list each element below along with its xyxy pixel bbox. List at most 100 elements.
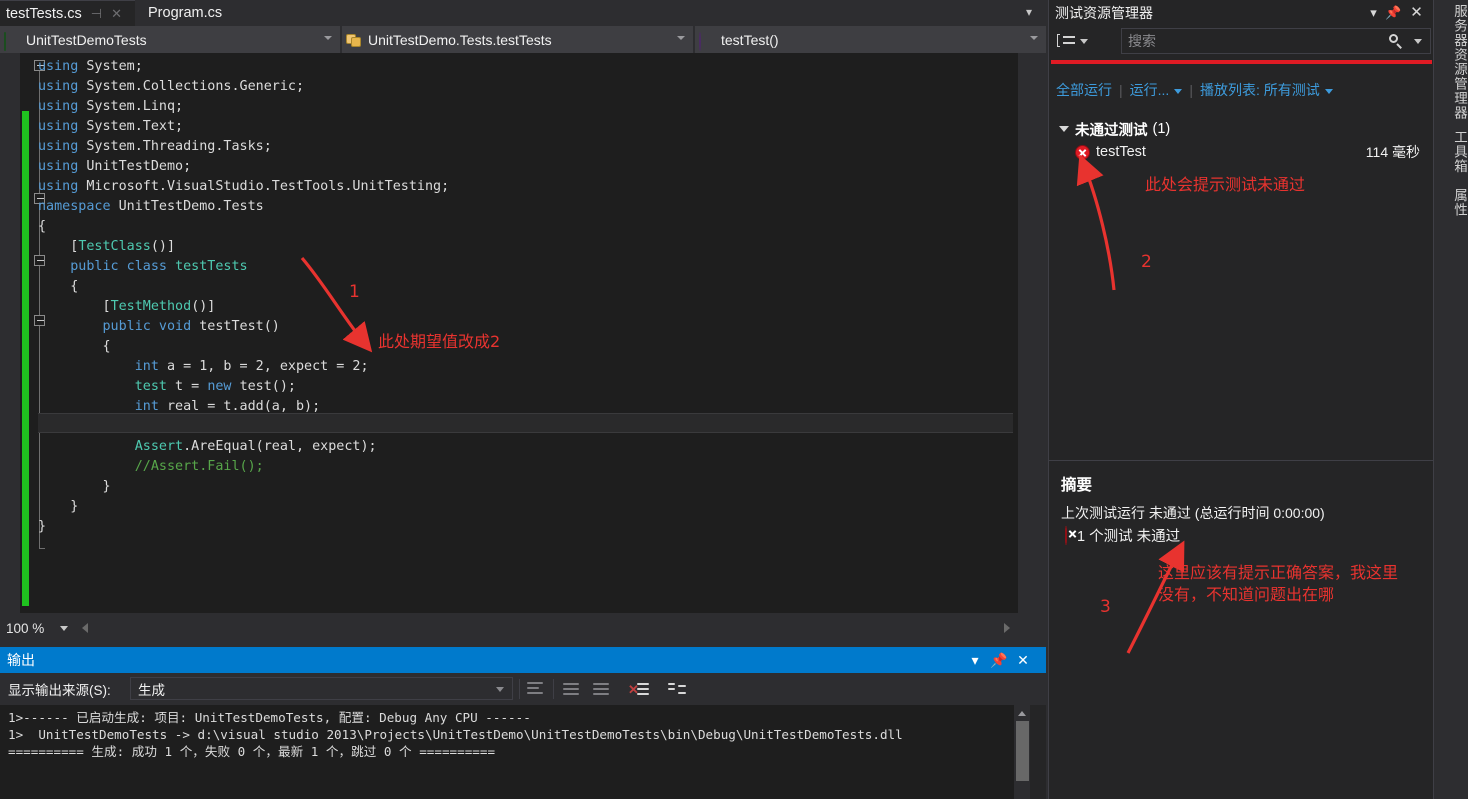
code-editor[interactable]: using System; using System.Collections.Ge…	[0, 53, 1046, 613]
test-list-item[interactable]: testTest 114 毫秒	[1049, 140, 1434, 164]
test-explorer-actions: 全部运行 | 运行... | 播放列表: 所有测试	[1049, 78, 1434, 102]
code-line: {	[38, 279, 79, 294]
test-name: testTest	[1096, 144, 1146, 160]
toggle-word-wrap-icon[interactable]	[664, 679, 690, 699]
output-title-bar: 输出 ▾ 📌 ✕	[0, 647, 1046, 673]
code-line: [TestClass()]	[38, 239, 176, 254]
puzzle-icon	[346, 33, 364, 47]
vtab-server-explorer[interactable]: 服务器资源管理器	[1434, 4, 1468, 120]
close-icon[interactable]: ✕	[1014, 651, 1032, 669]
navbar-project-dropdown[interactable]: UnitTestDemoTests	[0, 26, 340, 53]
group-by-icon[interactable]	[1054, 30, 1098, 52]
chevron-down-icon	[324, 36, 332, 40]
code-text[interactable]: using System; using System.Collections.Ge…	[38, 57, 1013, 609]
document-tab-strip: testTests.cs ⊣ ✕ Program.cs ▾	[0, 0, 1046, 26]
annotation-number-3: 3	[1100, 597, 1111, 617]
chevron-down-icon	[677, 36, 685, 40]
navbar-type-label: UnitTestDemo.Tests.testTests	[368, 31, 552, 48]
run-link[interactable]: 运行...	[1123, 80, 1190, 100]
close-icon[interactable]: ✕	[111, 7, 122, 20]
playlist-link[interactable]: 播放列表: 所有测试	[1193, 80, 1340, 100]
scroll-left-button[interactable]	[78, 617, 92, 638]
output-pane: 输出 ▾ 📌 ✕ 显示输出来源(S): 生成 ✕ 1>------ 已启动生成:…	[0, 647, 1046, 799]
chevron-down-icon	[1030, 36, 1038, 40]
annotation-number-1: 1	[349, 282, 360, 302]
code-line: }	[38, 519, 47, 534]
output-toolbar: 显示输出来源(S): 生成 ✕	[0, 673, 1046, 705]
output-source-label: 显示输出来源(S):	[8, 683, 111, 698]
fail-icon	[1065, 525, 1067, 545]
go-to-previous-message-icon[interactable]	[558, 679, 584, 699]
navbar-type-dropdown[interactable]: UnitTestDemo.Tests.testTests	[342, 26, 693, 53]
code-line: using System.Linq;	[38, 99, 184, 114]
vtab-toolbox[interactable]: 工具箱	[1434, 130, 1468, 174]
test-group-failed[interactable]: 未通过测试 (1)	[1049, 118, 1434, 140]
code-line: Assert.AreEqual(real, expect);	[134, 439, 377, 454]
annotation-text-3: 这里应该有提示正确答案，我这里 没有，不知道问题出在哪	[1158, 563, 1399, 604]
chevron-down-icon[interactable]: ▾	[1022, 5, 1036, 19]
navbar-member-dropdown[interactable]: testTest()	[695, 26, 1046, 53]
code-line: test t = new test();	[134, 379, 296, 394]
document-tab-label: Program.cs	[148, 5, 223, 21]
triangle-down-icon[interactable]	[1059, 126, 1069, 132]
test-summary-panel: 摘要 上次测试运行 未通过 (总运行时间 0:00:00) 1 个测试 未通过	[1049, 460, 1434, 799]
chevron-down-icon	[1174, 88, 1183, 94]
document-tab-program[interactable]: Program.cs	[142, 0, 247, 26]
right-tool-tab-strip: 服务器资源管理器 工具箱 属性	[1433, 0, 1468, 799]
find-message-icon[interactable]	[522, 679, 548, 699]
code-line: [TestMethod()]	[38, 299, 216, 314]
code-line: //Assert.Fail();	[134, 459, 264, 474]
chevron-down-icon[interactable]: ▾	[966, 651, 984, 669]
search-box[interactable]	[1121, 28, 1431, 54]
output-text[interactable]: 1>------ 已启动生成: 项目: UnitTestDemoTests, 配…	[0, 705, 1030, 799]
zoom-level-value: 100 %	[6, 620, 45, 636]
document-tab-testtests[interactable]: testTests.cs ⊣ ✕	[0, 0, 135, 26]
unsaved-change-bar	[22, 111, 29, 606]
clear-all-icon[interactable]: ✕	[626, 679, 652, 699]
editor-column: testTests.cs ⊣ ✕ Program.cs ▾ UnitTestDe…	[0, 0, 1046, 799]
scroll-right-button[interactable]	[1000, 617, 1014, 638]
fail-icon	[1075, 144, 1090, 160]
chevron-down-icon[interactable]: ▾	[1365, 4, 1382, 21]
code-line: using System.Threading.Tasks;	[38, 139, 272, 154]
test-explorer-title: 测试资源管理器	[1055, 4, 1153, 21]
toolbar-separator	[553, 679, 554, 699]
pin-icon[interactable]: 📌	[1385, 4, 1402, 21]
test-group-count: (1)	[1152, 121, 1171, 137]
class-project-icon	[4, 31, 22, 51]
code-line: using System.Text;	[38, 119, 184, 134]
scroll-up-button[interactable]	[1016, 707, 1029, 720]
code-line: int real = t.add(a, b);	[134, 399, 321, 414]
editor-status-row: 100 %	[0, 613, 1046, 647]
test-explorer-panel: 测试资源管理器 ▾ 📌 ✕ 全部运行 | 运行... | 播放列表: 所有测试	[1048, 0, 1434, 799]
test-explorer-title-bar: 测试资源管理器 ▾ 📌 ✕	[1049, 0, 1434, 25]
chevron-down-icon	[1324, 88, 1333, 94]
navigation-bar: UnitTestDemoTests UnitTestDemo.Tests.tes…	[0, 26, 1046, 53]
summary-last-run: 上次测试运行 未通过 (总运行时间 0:00:00)	[1061, 505, 1325, 521]
code-line: int a = 1, b = 2, expect = 2;	[134, 359, 369, 374]
scrollbar-thumb[interactable]	[1016, 721, 1029, 781]
editor-vertical-scrollbar[interactable]	[1018, 53, 1046, 613]
search-icon[interactable]	[1388, 33, 1404, 49]
summary-result-row: 1 个测试 未通过	[1065, 525, 1180, 546]
output-title: 输出	[7, 652, 35, 668]
chevron-down-icon[interactable]	[60, 626, 68, 631]
pin-icon[interactable]: 📌	[990, 651, 1008, 669]
output-source-dropdown[interactable]: 生成	[130, 677, 513, 700]
annotation-text-2: 此处会提示测试未通过	[1145, 175, 1306, 194]
vtab-properties[interactable]: 属性	[1434, 188, 1468, 217]
code-line: using System;	[38, 59, 143, 74]
close-icon[interactable]: ✕	[1408, 4, 1425, 21]
search-input[interactable]	[1122, 29, 1382, 53]
pin-icon[interactable]: ⊣	[91, 7, 102, 20]
run-all-link[interactable]: 全部运行	[1049, 80, 1119, 100]
code-line: }	[38, 499, 79, 514]
go-to-next-message-icon[interactable]	[588, 679, 614, 699]
summary-result-text: 1 个测试 未通过	[1077, 529, 1181, 545]
chevron-down-icon[interactable]	[1414, 39, 1422, 44]
test-explorer-search-row	[1049, 25, 1434, 57]
chevron-down-icon	[496, 687, 504, 692]
horizontal-scrollbar-track[interactable]	[92, 617, 1012, 638]
navbar-member-label: testTest()	[721, 31, 779, 48]
